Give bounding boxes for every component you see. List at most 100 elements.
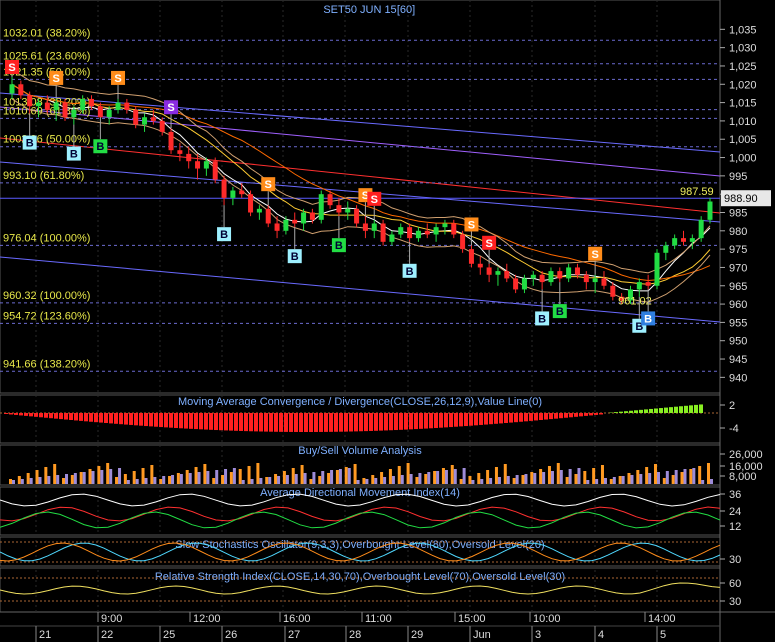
price-tick-label: 955 [729,317,747,329]
macd-bar [129,413,133,425]
volume-bar-sell [648,473,652,484]
candle-body [521,278,527,290]
macd-bar [504,413,508,423]
volume-bar-sell [321,471,325,484]
macd-bar [699,404,703,413]
candle-body [592,278,598,283]
volume-bar-buy [265,477,269,484]
volume-bar-sell [285,475,289,484]
volume-bar-buy [221,475,225,484]
volume-bar-buy [194,467,198,484]
macd-bar [544,413,548,420]
macd-bar [299,413,303,432]
indicator-tick-label: 24 [729,506,741,518]
volume-bar-buy [600,465,604,484]
date-label: 21 [39,629,51,641]
chart-title: SET50 JUN 15 [323,4,396,16]
macd-bar [619,411,623,413]
date-label: 22 [101,629,113,641]
candle-body [301,212,307,224]
candle-body [336,205,342,213]
signal-label: S [167,102,174,114]
volume-bar-buy [388,469,392,484]
volume-bar-buy [636,470,640,484]
macd-bar [379,413,383,431]
macd-bar [244,413,248,432]
candle-body [442,223,448,228]
candle-body [327,194,333,206]
volume-bar-buy [592,468,596,484]
volume-bar-sell [312,472,316,484]
candle-body [398,227,404,235]
candle-body [177,150,183,154]
volume-bar-buy [247,466,251,484]
candle-body [530,274,536,279]
volume-bar-sell [453,469,457,484]
candle-body [504,271,510,279]
volume-bar-sell [65,474,69,484]
candle-body [645,282,651,286]
candle-body [689,238,695,242]
macd-bar [324,413,328,432]
volume-bar-buy [238,469,242,484]
volume-bar-buy [300,465,304,484]
macd-bar [549,413,553,420]
volume-bar-buy [424,474,428,484]
macd-bar [319,413,323,432]
candle-body [150,117,156,121]
candle-body [80,98,86,110]
volume-bar-buy [203,464,207,484]
volume-bar-sell [365,479,369,484]
price-tick-label: 980 [729,226,747,238]
volume-bar-sell [179,474,183,484]
candle-body [539,274,545,283]
candle-body [513,278,519,290]
macd-bar [64,413,68,420]
candle-body [186,153,192,162]
signal-label: B [644,313,652,325]
macd-bar [474,413,478,426]
volume-bar-buy [645,467,649,484]
volume-bar-sell [577,468,581,484]
candle-body [663,245,669,253]
macd-bar [559,413,563,419]
macd-bar [394,413,398,431]
candle-body [265,208,271,224]
volume-bar-sell [383,477,387,484]
candle-body [106,109,112,118]
price-tick-label: 975 [729,244,747,256]
macd-bar [4,413,8,414]
volume-bar-sell [241,480,245,484]
macd-bar [534,413,538,421]
candle-body [239,190,245,195]
macd-bar [79,413,83,421]
signal-label: S [8,62,15,74]
date-label: 29 [411,629,423,641]
volume-bar-buy [256,463,260,484]
volume-bar-sell [153,477,157,484]
candle-body [248,194,254,213]
candle-body [256,208,262,213]
volume-bar-buy [185,470,189,484]
macd-bar [69,413,73,421]
macd-bar [369,413,373,431]
volume-bar-sell [550,471,554,484]
macd-bar [304,413,308,432]
indicator-tick-label: 2 [729,400,735,412]
indicator-tick-label: 26,000 [729,449,763,461]
volume-bar-buy [70,475,74,484]
volume-bar-sell [418,473,422,484]
macd-bar [419,413,423,429]
signal-label: B [220,229,228,241]
volume-bar-buy [212,478,216,484]
candle-body [574,267,580,275]
macd-bar [624,411,628,413]
signal-label: B [335,240,343,252]
macd-bar [679,406,683,413]
volume-bar-sell [12,480,15,484]
volume-bar-sell [109,469,113,484]
volume-bar-buy [168,476,172,484]
price-tick-label: 1,025 [729,61,757,73]
signal-label: S [485,238,492,250]
volume-bar-buy [309,479,313,484]
